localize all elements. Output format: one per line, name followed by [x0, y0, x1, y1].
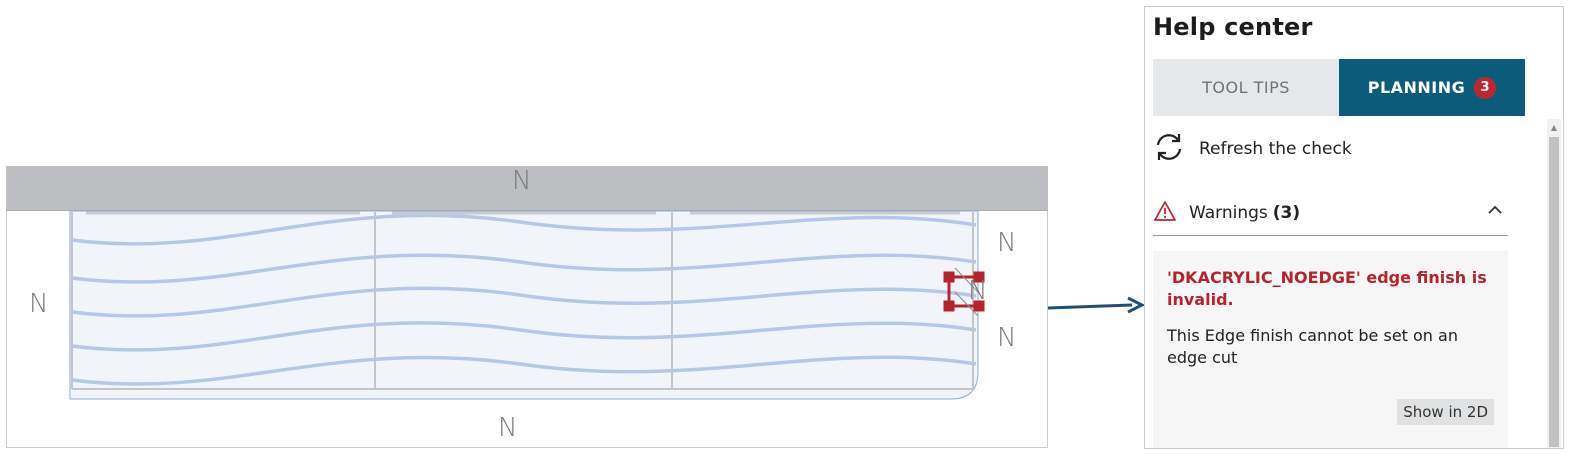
chevron-up-icon[interactable] — [1486, 201, 1504, 223]
marker-right-upper: N — [997, 228, 1017, 258]
marker-bottom: N — [498, 413, 518, 443]
marker-right-middle: N — [968, 276, 988, 306]
marker-right-lower: N — [997, 323, 1017, 353]
tab-tool-tips[interactable]: TOOL TIPS — [1153, 59, 1339, 116]
panel-title: Help center — [1153, 13, 1313, 41]
tab-tool-tips-label: TOOL TIPS — [1202, 78, 1290, 97]
tab-planning-label: PLANNING — [1367, 78, 1466, 97]
warning-triangle-icon — [1153, 200, 1177, 226]
show-in-2d-button[interactable]: Show in 2D — [1397, 399, 1494, 425]
warning-description: This Edge finish cannot be set on an edg… — [1167, 326, 1458, 367]
warnings-section-header[interactable]: Warnings (3) — [1153, 191, 1508, 236]
pointer-arrow-icon — [1047, 296, 1146, 314]
warnings-count: (3) — [1272, 203, 1301, 223]
marker-left: N — [29, 289, 49, 319]
warning-card: 'DKACRYLIC_NOEDGE' edge finish is invali… — [1153, 251, 1508, 448]
scrollbar-thumb[interactable] — [1549, 137, 1559, 447]
help-tabs: TOOL TIPS PLANNING 3 — [1153, 59, 1525, 116]
marker-top: N — [512, 166, 532, 196]
worktop-drawing[interactable] — [0, 0, 1050, 454]
warning-title: 'DKACRYLIC_NOEDGE' edge finish is invali… — [1167, 268, 1487, 309]
refresh-label: Refresh the check — [1199, 139, 1352, 159]
refresh-check-button[interactable]: Refresh the check — [1153, 131, 1352, 167]
tab-planning[interactable]: PLANNING 3 — [1339, 59, 1525, 116]
warnings-label: Warnings (3) — [1189, 203, 1300, 223]
triangle-up-icon[interactable]: ▲ — [1547, 119, 1561, 135]
panel-scrollbar[interactable]: ▲ — [1547, 119, 1561, 448]
warnings-label-text: Warnings — [1189, 203, 1268, 223]
help-center-panel: Help center TOOL TIPS PLANNING 3 Refresh… — [1144, 6, 1564, 449]
planning-count-badge: 3 — [1474, 76, 1497, 99]
refresh-icon — [1153, 131, 1185, 167]
